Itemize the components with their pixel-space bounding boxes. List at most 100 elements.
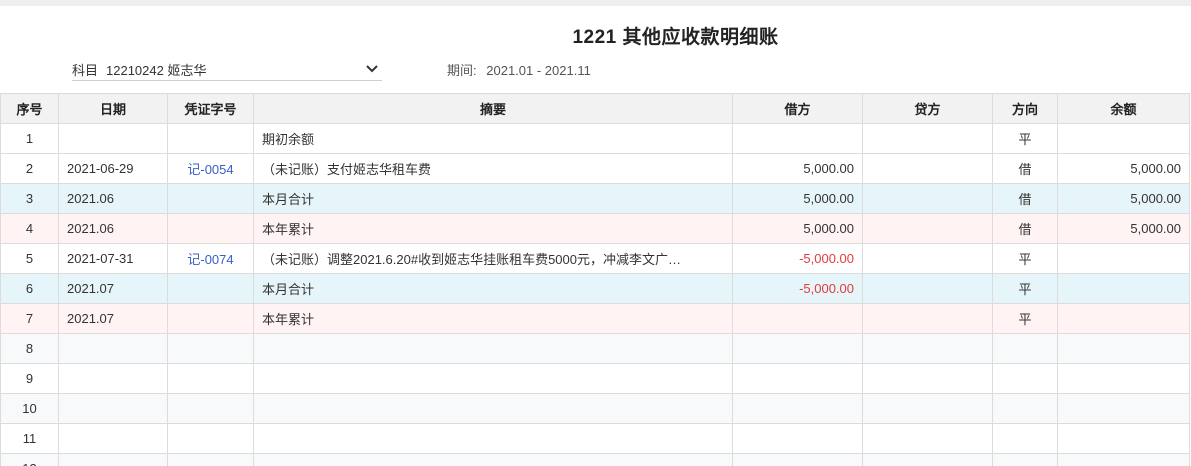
cell-date: 2021.07 (58, 273, 168, 304)
cell-debit: -5,000.00 (732, 273, 863, 304)
cell-summary: 本月合计 (253, 183, 733, 214)
table-row[interactable]: 7 2021.07 本年累计 平 (0, 303, 1190, 334)
cell-direction (992, 363, 1058, 394)
cell-date: 2021.07 (58, 303, 168, 334)
cell-summary: 期初余额 (253, 123, 733, 154)
cell-seq: 2 (0, 153, 59, 184)
cell-debit (732, 393, 863, 424)
cell-balance (1057, 273, 1190, 304)
header-summary[interactable]: 摘要 (253, 93, 733, 124)
cell-seq: 7 (0, 303, 59, 334)
header-credit[interactable]: 贷方 (862, 93, 993, 124)
table-row[interactable]: 9 (0, 363, 1190, 394)
cell-summary (253, 363, 733, 394)
cell-balance (1057, 393, 1190, 424)
header-voucher[interactable]: 凭证字号 (167, 93, 254, 124)
header-date[interactable]: 日期 (58, 93, 168, 124)
table-row[interactable]: 4 2021.06 本年累计 5,000.00 借 5,000.00 (0, 213, 1190, 244)
cell-direction (992, 393, 1058, 424)
cell-date: 2021-07-31 (58, 243, 168, 274)
header-debit[interactable]: 借方 (732, 93, 863, 124)
cell-date: 2021.06 (58, 213, 168, 244)
cell-date (58, 453, 168, 466)
header-seq[interactable]: 序号 (0, 93, 59, 124)
cell-voucher (167, 363, 254, 394)
cell-direction: 借 (992, 153, 1058, 184)
ledger-body: 1 期初余额平 2 2021-06-29 记-0054 （未记账）支付姬志华租车费 5,00… (0, 123, 1190, 466)
period-display: 期间: 2021.01 - 2021.11 (447, 60, 591, 79)
cell-date (58, 333, 168, 364)
page-title: 1221 其他应收款明细账 (572, 27, 779, 48)
table-row[interactable]: 12 (0, 453, 1190, 466)
table-row[interactable]: 6 2021.07 本月合计 -5,000.00 平 (0, 273, 1190, 304)
cell-summary (253, 393, 733, 424)
cell-summary: 本月合计 (253, 273, 733, 304)
table-row[interactable]: 2 2021-06-29 记-0054 （未记账）支付姬志华租车费 5,000.00 借 5… (0, 153, 1190, 184)
ledger-table: 序号 日期 凭证字号 摘要 借方 贷方 方向 余额 1 期初余额平 2 2021-06… (0, 93, 1190, 466)
header-direction[interactable]: 方向 (992, 93, 1058, 124)
cell-credit (862, 273, 993, 304)
cell-debit (732, 423, 863, 454)
cell-summary (253, 453, 733, 466)
cell-credit (862, 423, 993, 454)
cell-debit (732, 363, 863, 394)
cell-date (58, 423, 168, 454)
cell-credit (862, 363, 993, 394)
cell-voucher (167, 423, 254, 454)
cell-credit (862, 183, 993, 214)
cell-summary: （未记账）支付姬志华租车费 (253, 153, 733, 184)
cell-date: 2021.06 (58, 183, 168, 214)
table-row[interactable]: 10 (0, 393, 1190, 424)
cell-credit (862, 393, 993, 424)
cell-direction: 平 (992, 123, 1058, 154)
table-row[interactable]: 5 2021-07-31 记-0074 （未记账）调整2021.6.20#收到姬志华挂… (0, 243, 1190, 274)
cell-date (58, 393, 168, 424)
cell-direction: 借 (992, 213, 1058, 244)
cell-balance (1057, 243, 1190, 274)
cell-credit (862, 303, 993, 334)
cell-seq: 4 (0, 213, 59, 244)
period-value: 2021.01 - 2021.11 (486, 63, 591, 78)
subject-select[interactable]: 科目 12210242 姬志华 (72, 58, 382, 81)
cell-debit: 5,000.00 (732, 213, 863, 244)
cell-voucher[interactable]: 记-0054 (167, 153, 254, 184)
cell-seq: 10 (0, 393, 59, 424)
cell-date (58, 123, 168, 154)
cell-date (58, 363, 168, 394)
cell-balance: 5,000.00 (1057, 153, 1190, 184)
table-row[interactable]: 3 2021.06 本月合计 5,000.00 借 5,000.00 (0, 183, 1190, 214)
table-row[interactable]: 1 期初余额 平 (0, 123, 1190, 154)
cell-seq: 5 (0, 243, 59, 274)
cell-balance: 5,000.00 (1057, 183, 1190, 214)
cell-direction: 平 (992, 303, 1058, 334)
cell-balance (1057, 423, 1190, 454)
cell-date: 2021-06-29 (58, 153, 168, 184)
cell-balance (1057, 453, 1190, 466)
cell-voucher (167, 273, 254, 304)
chevron-down-icon[interactable] (362, 62, 382, 76)
cell-direction (992, 333, 1058, 364)
cell-summary (253, 423, 733, 454)
cell-seq: 3 (0, 183, 59, 214)
table-row[interactable]: 11 (0, 423, 1190, 454)
cell-balance (1057, 363, 1190, 394)
cell-credit (862, 243, 993, 274)
cell-seq: 11 (0, 423, 59, 454)
cell-seq: 12 (0, 453, 59, 466)
header-balance[interactable]: 余额 (1057, 93, 1190, 124)
cell-debit: 5,000.00 (732, 153, 863, 184)
cell-voucher[interactable]: 记-0074 (167, 243, 254, 274)
cell-voucher (167, 453, 254, 466)
subject-value: 12210242 姬志华 (106, 62, 207, 78)
cell-summary: 本年累计 (253, 303, 733, 334)
cell-seq: 9 (0, 363, 59, 394)
table-header-row: 序号 日期 凭证字号 摘要 借方 贷方 方向 余额 (0, 93, 1190, 124)
cell-credit (862, 333, 993, 364)
cell-direction: 平 (992, 243, 1058, 274)
cell-summary: 本年累计 (253, 213, 733, 244)
table-row[interactable]: 8 (0, 333, 1190, 364)
cell-seq: 6 (0, 273, 59, 304)
cell-credit (862, 153, 993, 184)
filter-bar: 科目 12210242 姬志华 期间: 2021.01 - 2021.11 (0, 58, 1191, 82)
period-label: 期间: (447, 63, 477, 78)
